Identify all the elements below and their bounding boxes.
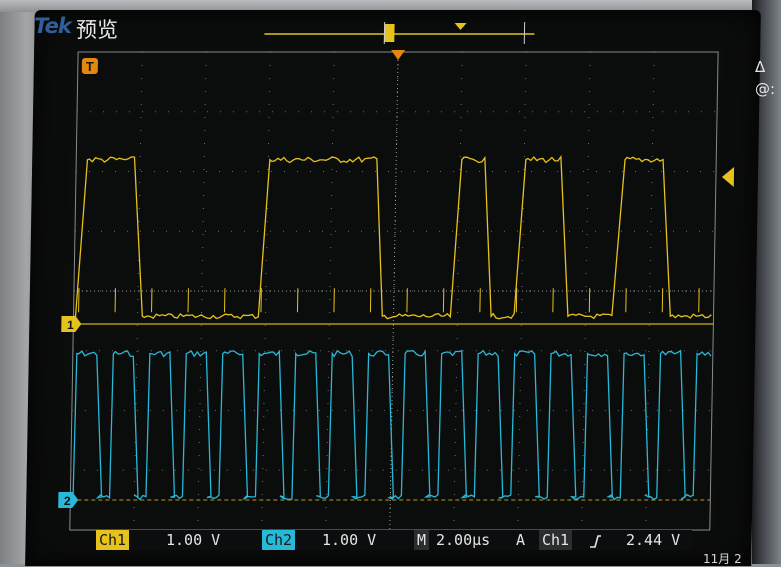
timebase-value[interactable]: 2.00µs xyxy=(436,530,490,550)
record-window-marker xyxy=(384,24,394,42)
ch2-ground-marker-label: 2 xyxy=(64,494,71,508)
delta-readout: Δ xyxy=(755,56,775,78)
side-readout: Δ @: xyxy=(755,56,775,100)
waveform-display: T 1 2 xyxy=(25,10,761,566)
trigger-source[interactable]: Ch1 xyxy=(539,530,572,550)
ch1-scale: 1.00 V xyxy=(166,530,220,550)
ch1-ground-marker-label: 1 xyxy=(67,318,74,332)
brand-logo: Tek xyxy=(34,14,71,38)
timebase-key: M xyxy=(414,530,429,550)
record-bracket xyxy=(384,22,524,44)
record-trigger-marker xyxy=(455,23,467,30)
date-readout: 11月 2 xyxy=(703,550,742,567)
ch2-waveform xyxy=(61,351,711,500)
status-bar: Ch1 1.00 V Ch2 1.00 V M 2.00µs A Ch1 2.4… xyxy=(96,530,692,550)
at-readout: @: xyxy=(755,78,775,100)
rising-edge-icon xyxy=(588,530,602,550)
ch1-waveform xyxy=(73,157,714,319)
ch1-label[interactable]: Ch1 xyxy=(96,530,129,550)
trigger-marker-label: T xyxy=(86,59,94,74)
ch2-label[interactable]: Ch2 xyxy=(262,530,295,550)
trigger-mode: A xyxy=(516,530,525,550)
trigger-level-icon xyxy=(722,167,734,187)
trigger-level[interactable]: 2.44 V xyxy=(626,530,680,550)
trigger-position-icon xyxy=(391,50,405,60)
oscilloscope-screen: T 1 2 xyxy=(25,10,761,566)
acquisition-mode: 预览 xyxy=(76,14,118,44)
ch2-scale: 1.00 V xyxy=(322,530,376,550)
